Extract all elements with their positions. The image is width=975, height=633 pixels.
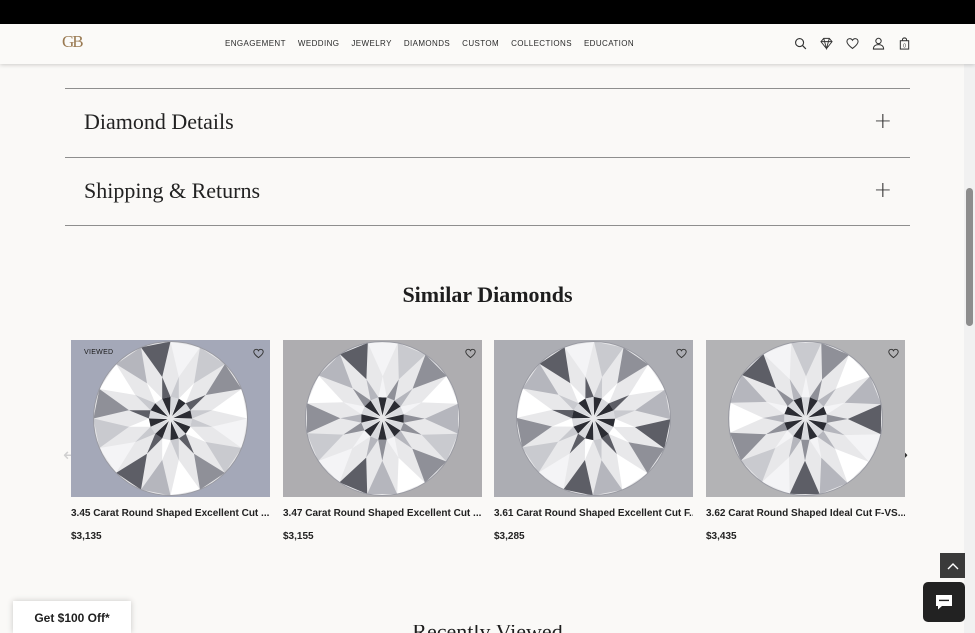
nav-jewelry[interactable]: JEWELRY: [351, 39, 391, 48]
nav-collections[interactable]: COLLECTIONS: [511, 39, 572, 48]
cart-count: 0: [903, 43, 906, 49]
logo[interactable]: GB: [62, 32, 84, 52]
diamond-image[interactable]: [706, 340, 905, 497]
top-black-bar: [0, 0, 975, 24]
diamond-card[interactable]: VIEWED 3.45 Carat Round Shaped Excellent…: [71, 340, 270, 542]
nav-education[interactable]: EDUCATION: [584, 39, 634, 48]
diamond-price: $3,155: [283, 531, 314, 542]
chevron-up-icon: [947, 562, 958, 569]
diamond-icon[interactable]: [820, 37, 833, 50]
chat-button[interactable]: [923, 582, 965, 622]
similar-diamonds-title: Similar Diamonds: [402, 282, 573, 307]
nav-wedding[interactable]: WEDDING: [298, 39, 339, 48]
diamond-card[interactable]: 3.61 Carat Round Shaped Excellent Cut F.…: [494, 340, 693, 542]
diamond-name[interactable]: 3.47 Carat Round Shaped Excellent Cut ..…: [283, 508, 482, 519]
scrollbar-track[interactable]: [964, 64, 975, 633]
site-header: GB ENGAGEMENT WEDDING JEWELRY DIAMONDS C…: [0, 24, 975, 64]
accordion-title: Diamond Details: [84, 109, 234, 134]
main-nav: ENGAGEMENT WEDDING JEWELRY DIAMONDS CUST…: [225, 39, 634, 48]
nav-engagement[interactable]: ENGAGEMENT: [225, 39, 286, 48]
diamond-name[interactable]: 3.61 Carat Round Shaped Excellent Cut F.…: [494, 508, 693, 519]
wishlist-heart-icon[interactable]: [465, 348, 476, 359]
promo-button[interactable]: Get $100 Off*: [13, 601, 131, 633]
diamond-price: $3,135: [71, 531, 102, 542]
diamond-image[interactable]: VIEWED: [71, 340, 270, 497]
diamond-image[interactable]: [283, 340, 482, 497]
header-icons: 0: [794, 37, 911, 50]
diamond-name[interactable]: 3.45 Carat Round Shaped Excellent Cut ..…: [71, 508, 270, 519]
viewed-badge: VIEWED: [84, 349, 114, 356]
diamond-price: $3,285: [494, 531, 525, 542]
recently-viewed-title: Recently Viewed: [0, 625, 975, 633]
plus-icon[interactable]: +: [874, 180, 892, 202]
plus-icon[interactable]: +: [874, 111, 892, 133]
diamond-card[interactable]: 3.62 Carat Round Shaped Ideal Cut F-VS..…: [706, 340, 905, 542]
accordion-shipping-returns[interactable]: Shipping & Returns +: [65, 157, 910, 226]
nav-custom[interactable]: CUSTOM: [462, 39, 499, 48]
wishlist-heart-icon[interactable]: [253, 348, 264, 359]
chat-icon: [936, 595, 952, 610]
wishlist-heart-icon[interactable]: [676, 348, 687, 359]
accordion-title: Shipping & Returns: [84, 178, 261, 203]
bag-icon[interactable]: 0: [898, 37, 911, 50]
diamond-card[interactable]: 3.47 Carat Round Shaped Excellent Cut ..…: [283, 340, 482, 542]
diamond-name[interactable]: 3.62 Carat Round Shaped Ideal Cut F-VS..…: [706, 508, 905, 519]
wishlist-heart-icon[interactable]: [888, 348, 899, 359]
diamond-price: $3,435: [706, 531, 737, 542]
user-icon[interactable]: [872, 37, 885, 50]
search-icon[interactable]: [794, 37, 807, 50]
heart-icon[interactable]: [846, 37, 859, 50]
diamond-image[interactable]: [494, 340, 693, 497]
accordion-diamond-details[interactable]: Diamond Details +: [65, 88, 910, 157]
nav-diamonds[interactable]: DIAMONDS: [404, 39, 450, 48]
back-to-top-button[interactable]: [940, 553, 965, 578]
